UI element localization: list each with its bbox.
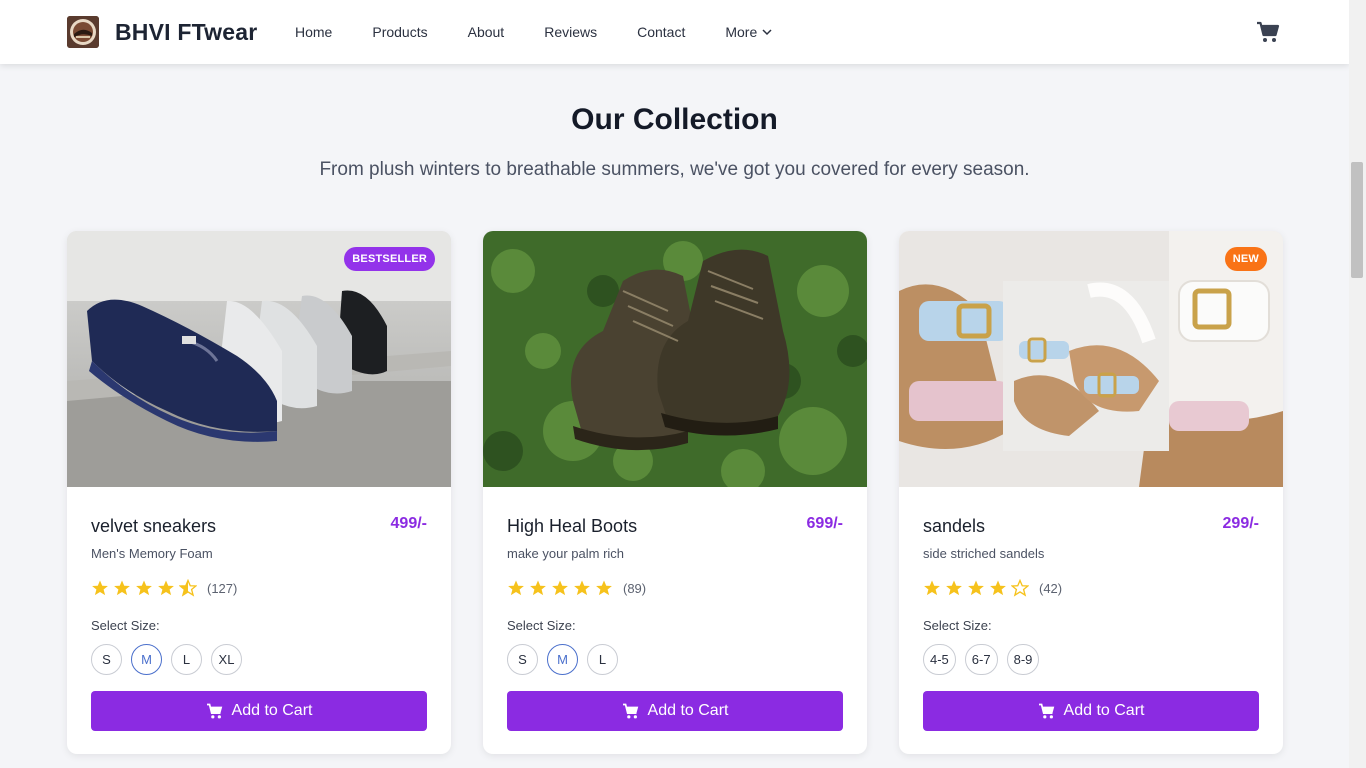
nav-link-products[interactable]: Products — [372, 24, 427, 40]
product-name: velvet sneakers — [91, 516, 217, 536]
product-price: 699/- — [806, 515, 843, 532]
product-name: High Heal Boots — [507, 516, 638, 536]
size-option-s[interactable]: S — [507, 644, 538, 675]
star-full-icon — [574, 580, 590, 596]
product-image-boots[interactable] — [483, 231, 867, 487]
review-count: (127) — [207, 580, 238, 596]
product-description: side striched sandels — [923, 546, 1045, 561]
size-options: S M L XL — [91, 644, 251, 675]
size-option-8-9[interactable]: 8-9 — [1006, 644, 1040, 675]
size-option-l[interactable]: L — [171, 644, 202, 675]
product-description: make your palm rich — [507, 546, 625, 561]
rating-stars: (89) — [507, 579, 646, 597]
add-to-cart-button[interactable]: Add to Cart — [507, 691, 843, 731]
review-count: (89) — [623, 580, 647, 596]
scrollbar-thumb[interactable] — [1351, 162, 1363, 278]
star-full-icon — [92, 580, 108, 596]
product-price: 499/- — [390, 515, 427, 532]
star-full-icon — [552, 580, 568, 596]
brand-name[interactable]: BHVI FTwear — [115, 19, 257, 46]
cart-button[interactable] — [1256, 21, 1280, 43]
add-to-cart-label: Add to Cart — [1063, 702, 1145, 719]
nav-link-about[interactable]: About — [468, 24, 505, 40]
size-option-s[interactable]: S — [91, 644, 122, 675]
rating-stars: (127) — [91, 579, 237, 597]
chevron-down-icon — [762, 29, 772, 36]
star-half-icon — [179, 579, 197, 597]
size-label: Select Size: — [507, 618, 576, 633]
size-options: S M L — [507, 644, 627, 675]
add-to-cart-label: Add to Cart — [231, 702, 313, 719]
star-full-icon — [158, 580, 174, 596]
size-label: Select Size: — [923, 618, 992, 633]
star-full-icon — [114, 580, 130, 596]
cart-icon — [1257, 21, 1280, 42]
product-price: 299/- — [1222, 515, 1259, 532]
star-full-icon — [990, 580, 1006, 596]
star-full-icon — [596, 580, 612, 596]
star-empty-icon — [1011, 579, 1029, 597]
bestseller-badge: BESTSELLER — [344, 247, 435, 271]
size-options: 4-5 6-7 8-9 — [923, 644, 1048, 675]
page-scrollbar[interactable] — [1349, 0, 1366, 768]
add-to-cart-button[interactable]: Add to Cart — [923, 691, 1259, 731]
product-name: sandels — [923, 516, 986, 536]
rating-stars: (42) — [923, 579, 1062, 597]
cart-icon — [622, 703, 638, 719]
star-full-icon — [924, 580, 940, 596]
size-option-l[interactable]: L — [587, 644, 618, 675]
brand-logo[interactable] — [67, 16, 99, 48]
section-subtitle: From plush winters to breathable summers… — [319, 159, 1030, 180]
page: BHVI FTwear Home Products About Reviews … — [0, 0, 1349, 768]
star-full-icon — [530, 580, 546, 596]
nav-more-label: More — [725, 24, 758, 40]
size-option-xl[interactable]: XL — [211, 644, 242, 675]
size-label: Select Size: — [91, 618, 160, 633]
section-title: Our Collection — [571, 103, 778, 136]
cart-icon — [206, 703, 222, 719]
nav-links: Home Products About Reviews Contact More — [295, 0, 772, 64]
nav-link-contact[interactable]: Contact — [637, 24, 685, 40]
nav-more-dropdown[interactable]: More — [725, 24, 772, 40]
add-to-cart-label: Add to Cart — [647, 702, 729, 719]
star-full-icon — [946, 580, 962, 596]
nav-link-home[interactable]: Home — [295, 24, 332, 40]
star-full-icon — [968, 580, 984, 596]
size-option-m[interactable]: M — [547, 644, 578, 675]
star-full-icon — [508, 580, 524, 596]
size-option-m[interactable]: M — [131, 644, 162, 675]
review-count: (42) — [1039, 580, 1063, 596]
star-full-icon — [136, 580, 152, 596]
product-card: NEW sandels 299/- side striched sandels … — [899, 231, 1283, 754]
product-card: BESTSELLER velvet sneakers 499/- Men's M… — [67, 231, 451, 754]
size-option-4-5[interactable]: 4-5 — [923, 644, 956, 675]
product-card: High Heal Boots 699/- make your palm ric… — [483, 231, 867, 754]
product-description: Men's Memory Foam — [91, 546, 213, 561]
size-option-6-7[interactable]: 6-7 — [964, 644, 998, 675]
product-image-sandals[interactable] — [899, 231, 1283, 487]
navbar: BHVI FTwear Home Products About Reviews … — [0, 0, 1349, 64]
add-to-cart-button[interactable]: Add to Cart — [91, 691, 427, 731]
cart-icon — [1038, 703, 1054, 719]
new-badge: NEW — [1224, 247, 1267, 271]
nav-link-reviews[interactable]: Reviews — [544, 24, 597, 40]
